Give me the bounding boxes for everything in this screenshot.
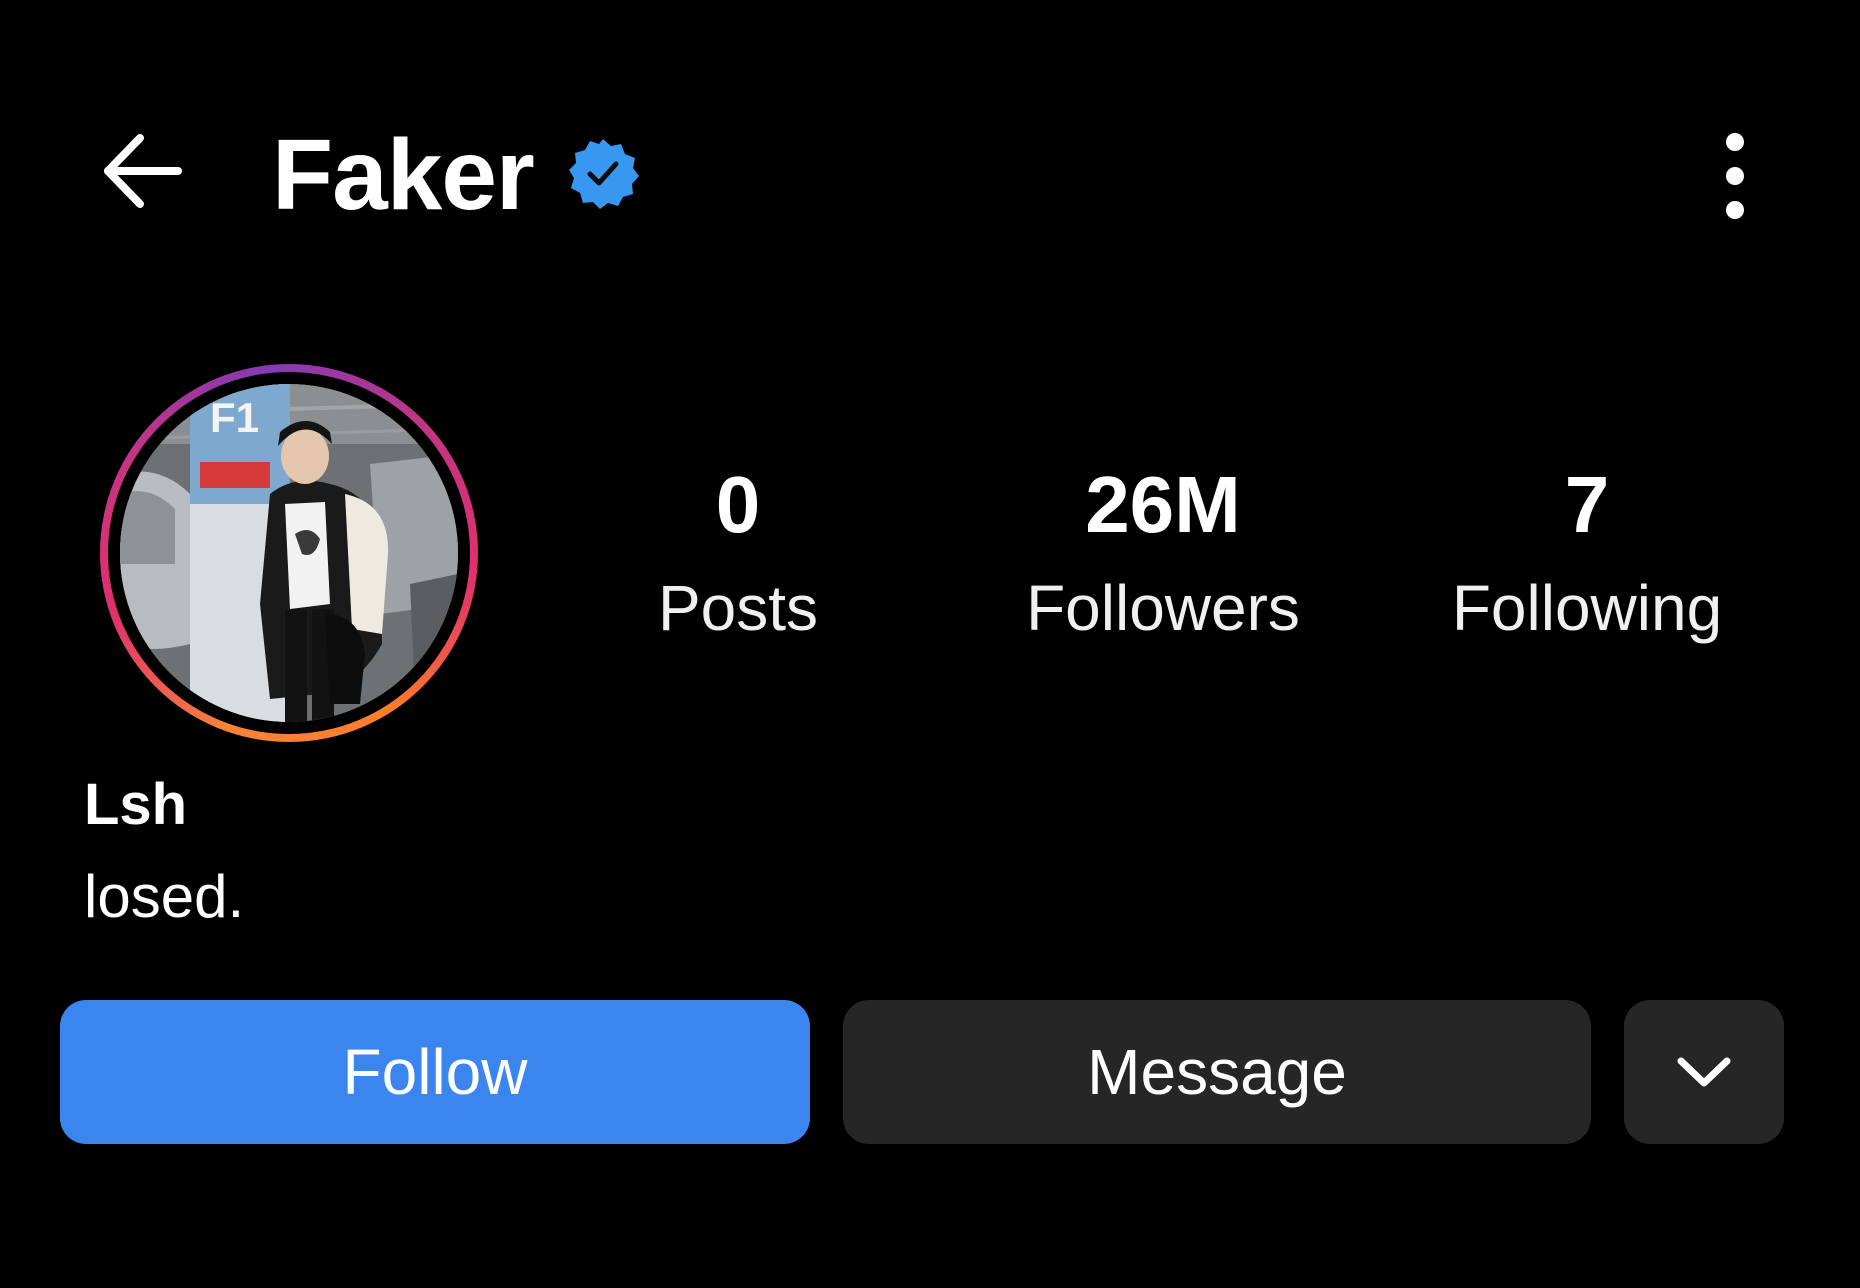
following-count: 7 xyxy=(1564,460,1610,549)
more-options-button[interactable] xyxy=(1700,126,1770,226)
page-title: Faker xyxy=(272,119,535,231)
profile-bio: losed. xyxy=(84,863,245,930)
suggested-accounts-button[interactable] xyxy=(1624,1000,1784,1144)
posts-count: 0 xyxy=(715,460,761,549)
back-button[interactable] xyxy=(96,126,186,216)
vertical-dots-icon xyxy=(1726,133,1744,219)
profile-screen: Faker F1 0 Posts 26M Followers 7 Followi… xyxy=(0,0,1860,1288)
profile-name: Lsh xyxy=(84,772,188,837)
avatar-sign-text: F1 xyxy=(210,394,259,441)
stat-posts[interactable]: 0 Posts xyxy=(578,455,898,653)
following-label: Following xyxy=(1451,572,1723,644)
stat-followers[interactable]: 26M Followers xyxy=(1003,455,1323,653)
arrow-left-icon xyxy=(104,134,182,208)
avatar: F1 xyxy=(120,384,458,722)
avatar-story-ring[interactable]: F1 xyxy=(100,364,478,742)
stat-following[interactable]: 7 Following xyxy=(1427,455,1747,653)
posts-label: Posts xyxy=(657,572,819,644)
followers-count: 26M xyxy=(1085,460,1241,549)
message-button[interactable]: Message xyxy=(843,1000,1591,1144)
followers-label: Followers xyxy=(1026,572,1300,644)
verified-badge-icon xyxy=(566,136,640,210)
chevron-down-icon xyxy=(1677,1057,1731,1087)
follow-button[interactable]: Follow xyxy=(60,1000,810,1144)
profile-header: Faker xyxy=(0,90,1860,250)
